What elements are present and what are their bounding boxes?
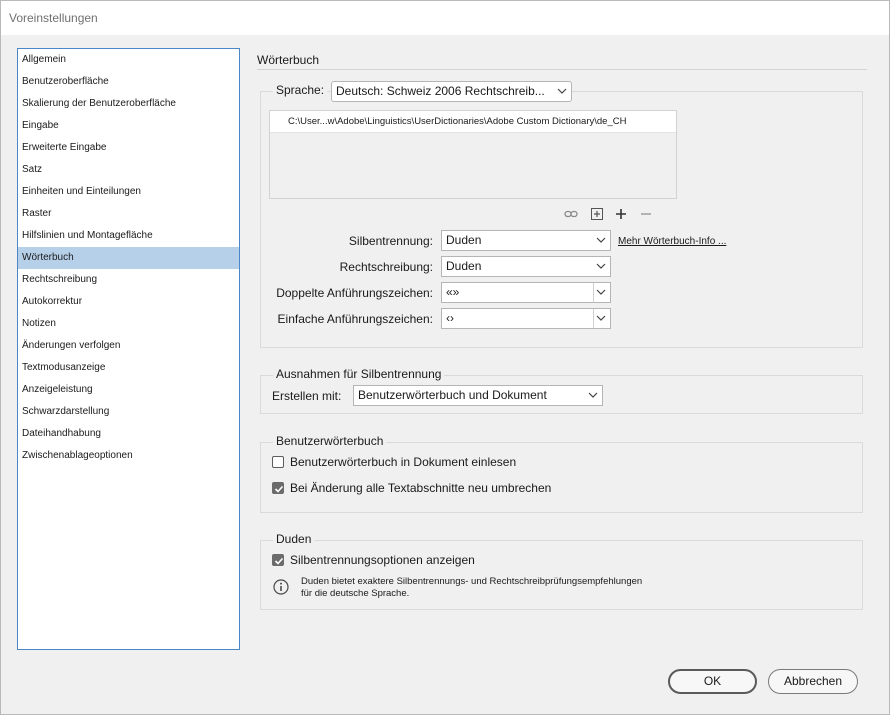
language-dropdown[interactable]: Deutsch: Schweiz 2006 Rechtschreib... xyxy=(331,81,572,102)
language-value: Deutsch: Schweiz 2006 Rechtschreib... xyxy=(336,84,545,98)
info-icon xyxy=(273,579,289,595)
sidebar-item-einheiten[interactable]: Einheiten und Einteilungen xyxy=(18,181,239,203)
recompose-stories-label: Bei Änderung alle Textabschnitte neu umb… xyxy=(290,481,552,495)
sidebar-item-zwischenablage[interactable]: Zwischenablageoptionen xyxy=(18,445,239,467)
more-dictionary-info-link[interactable]: Mehr Wörterbuch-Info ... xyxy=(618,236,726,247)
dictionary-list[interactable]: C:\User...w\Adobe\Linguistics\UserDictio… xyxy=(269,110,677,199)
hyphenation-value: Duden xyxy=(446,233,482,247)
sidebar-item-anzeigeleistung[interactable]: Anzeigeleistung xyxy=(18,379,239,401)
preferences-dialog: Voreinstellungen Allgemein Benutzeroberf… xyxy=(0,0,890,715)
duden-title: Duden xyxy=(273,532,315,546)
sidebar-item-rechtschreibung[interactable]: Rechtschreibung xyxy=(18,269,239,291)
user-dictionary-title: Benutzerwörterbuch xyxy=(273,434,387,448)
checkmark-icon xyxy=(274,485,284,493)
sidebar-item-schwarzdarstellung[interactable]: Schwarzdarstellung xyxy=(18,401,239,423)
sidebar-item-eingabe[interactable]: Eingabe xyxy=(18,115,239,137)
single-quotes-combo[interactable]: ‹› xyxy=(441,308,611,329)
dictionary-path-row[interactable]: C:\User...w\Adobe\Linguistics\UserDictio… xyxy=(270,111,676,133)
double-quotes-combo[interactable]: «» xyxy=(441,282,611,303)
hyphenation-dropdown[interactable]: Duden xyxy=(441,230,611,251)
duden-info-line-1: Duden bietet exaktere Silbentrennungs- u… xyxy=(301,576,643,587)
spelling-dropdown[interactable]: Duden xyxy=(441,256,611,277)
sidebar-item-skalierung[interactable]: Skalierung der Benutzeroberfläche xyxy=(18,93,239,115)
ok-button[interactable]: OK xyxy=(668,669,757,694)
compose-with-label: Erstellen mit: xyxy=(272,389,342,403)
chevron-down-icon xyxy=(596,237,606,243)
show-hyphenation-options-label: Silbentrennungsoptionen anzeigen xyxy=(290,553,475,567)
sidebar-item-raster[interactable]: Raster xyxy=(18,203,239,225)
compose-with-value: Benutzerwörterbuch und Dokument xyxy=(358,388,547,402)
hyphenation-label: Silbentrennung: xyxy=(348,234,433,248)
sidebar-item-dateihandhabung[interactable]: Dateihandhabung xyxy=(18,423,239,445)
combo-divider xyxy=(593,309,594,328)
language-label: Sprache: xyxy=(273,83,328,97)
title-divider xyxy=(257,69,867,70)
link-icon[interactable] xyxy=(564,207,578,221)
sidebar-item-autokorrektur[interactable]: Autokorrektur xyxy=(18,291,239,313)
show-hyphenation-options-checkbox[interactable] xyxy=(272,554,284,566)
double-quotes-value: «» xyxy=(446,285,460,299)
page-title: Wörterbuch xyxy=(257,53,320,67)
chevron-down-icon[interactable] xyxy=(596,313,606,323)
duden-info-text: Duden bietet exaktere Silbentrennungs- u… xyxy=(301,576,721,600)
window-title: Voreinstellungen xyxy=(9,11,98,25)
spelling-label: Rechtschreibung: xyxy=(339,260,433,274)
sidebar-item-allgemein[interactable]: Allgemein xyxy=(18,49,239,71)
category-list[interactable]: Allgemein Benutzeroberfläche Skalierung … xyxy=(17,48,240,650)
merge-dictionary-label: Benutzerwörterbuch in Dokument einlesen xyxy=(290,455,517,469)
double-quotes-label: Doppelte Anführungszeichen: xyxy=(276,286,433,300)
sidebar-item-woerterbuch[interactable]: Wörterbuch xyxy=(18,247,239,269)
checkmark-icon xyxy=(274,557,284,565)
sidebar-item-benutzeroberflaeche[interactable]: Benutzeroberfläche xyxy=(18,71,239,93)
chevron-down-icon xyxy=(557,88,567,94)
chevron-down-icon xyxy=(596,263,606,269)
spelling-value: Duden xyxy=(446,259,482,273)
add-box-icon[interactable] xyxy=(590,207,604,221)
sidebar-item-textmodus[interactable]: Textmodusanzeige xyxy=(18,357,239,379)
merge-dictionary-checkbox[interactable] xyxy=(272,456,284,468)
user-dictionary-group xyxy=(260,442,863,513)
combo-divider xyxy=(593,283,594,302)
single-quotes-value: ‹› xyxy=(446,311,454,325)
chevron-down-icon xyxy=(588,392,598,398)
sidebar-item-erweiterte-eingabe[interactable]: Erweiterte Eingabe xyxy=(18,137,239,159)
sidebar-item-satz[interactable]: Satz xyxy=(18,159,239,181)
cancel-button[interactable]: Abbrechen xyxy=(768,669,858,694)
sidebar-item-hilfslinien[interactable]: Hilfslinien und Montagefläche xyxy=(18,225,239,247)
sidebar-item-notizen[interactable]: Notizen xyxy=(18,313,239,335)
sidebar-item-aenderungen[interactable]: Änderungen verfolgen xyxy=(18,335,239,357)
single-quotes-label: Einfache Anführungszeichen: xyxy=(277,312,433,326)
duden-info-line-2: für die deutsche Sprache. xyxy=(301,588,410,599)
minus-icon[interactable] xyxy=(639,207,653,221)
recompose-stories-checkbox[interactable] xyxy=(272,482,284,494)
chevron-down-icon[interactable] xyxy=(596,287,606,297)
plus-icon[interactable] xyxy=(614,207,628,221)
title-bar: Voreinstellungen xyxy=(1,1,889,35)
hyphenation-exceptions-title: Ausnahmen für Silbentrennung xyxy=(273,367,445,381)
compose-with-dropdown[interactable]: Benutzerwörterbuch und Dokument xyxy=(353,385,603,406)
